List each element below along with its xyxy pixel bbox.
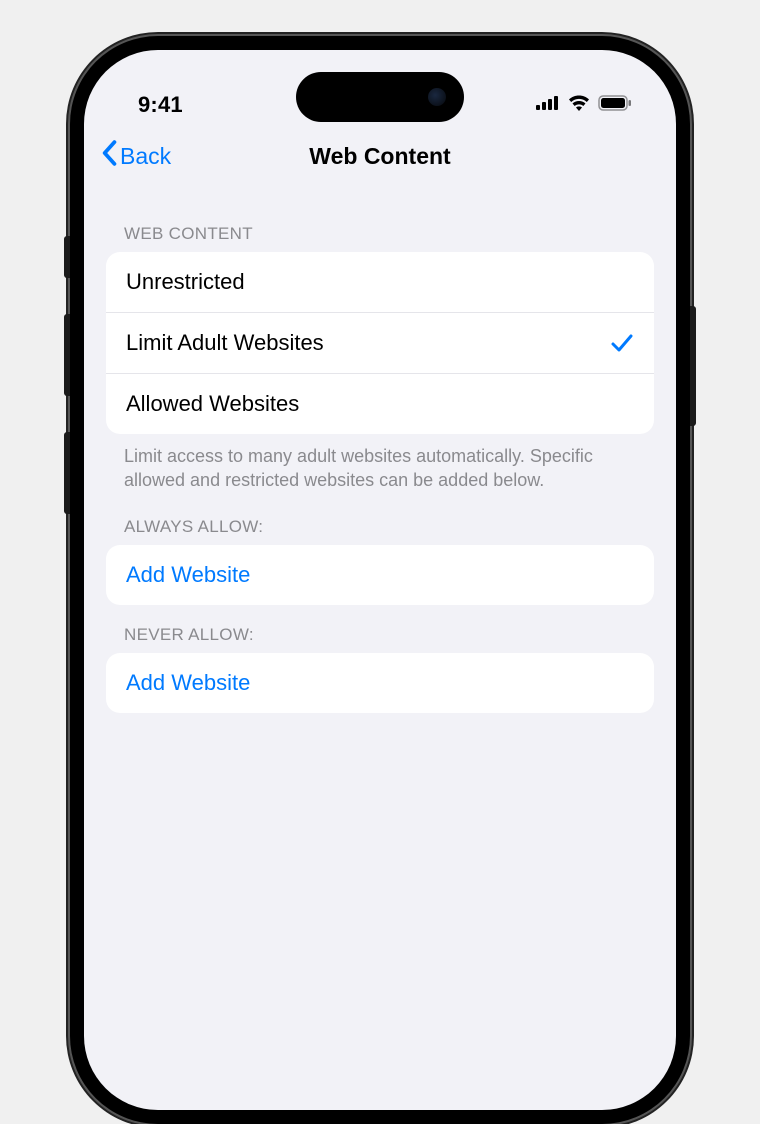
section-footer-web-content: Limit access to many adult websites auto… [106, 434, 654, 497]
add-website-label: Add Website [126, 670, 250, 696]
add-website-always-allow[interactable]: Add Website [106, 545, 654, 605]
back-button[interactable]: Back [100, 140, 171, 172]
phone-side-button-right [690, 306, 696, 426]
option-allowed-websites[interactable]: Allowed Websites [106, 374, 654, 434]
wifi-icon [568, 95, 590, 116]
status-icons [536, 95, 632, 116]
battery-icon [598, 95, 632, 116]
status-time: 9:41 [138, 92, 183, 118]
web-content-options-list: Unrestricted Limit Adult Websites Allowe… [106, 252, 654, 434]
cellular-icon [536, 96, 560, 115]
option-limit-adult-websites[interactable]: Limit Adult Websites [106, 313, 654, 374]
always-allow-list: Add Website [106, 545, 654, 605]
navigation-bar: Back Web Content [84, 130, 676, 186]
chevron-left-icon [100, 140, 118, 172]
front-camera [428, 88, 446, 106]
back-label: Back [120, 143, 171, 170]
dynamic-island [296, 72, 464, 122]
checkmark-icon [610, 332, 634, 354]
add-website-never-allow[interactable]: Add Website [106, 653, 654, 713]
option-label: Limit Adult Websites [126, 330, 324, 356]
section-header-never-allow: NEVER ALLOW: [106, 605, 654, 653]
section-header-always-allow: ALWAYS ALLOW: [106, 497, 654, 545]
option-label: Allowed Websites [126, 391, 299, 417]
option-label: Unrestricted [126, 269, 245, 295]
page-title: Web Content [84, 143, 676, 170]
option-unrestricted[interactable]: Unrestricted [106, 252, 654, 313]
phone-frame: 9:41 Back Web Content [70, 36, 690, 1124]
add-website-label: Add Website [126, 562, 250, 588]
section-header-web-content: WEB CONTENT [106, 204, 654, 252]
content-area: WEB CONTENT Unrestricted Limit Adult Web… [84, 186, 676, 713]
phone-side-buttons-left [64, 236, 70, 550]
never-allow-list: Add Website [106, 653, 654, 713]
phone-screen: 9:41 Back Web Content [84, 50, 676, 1110]
